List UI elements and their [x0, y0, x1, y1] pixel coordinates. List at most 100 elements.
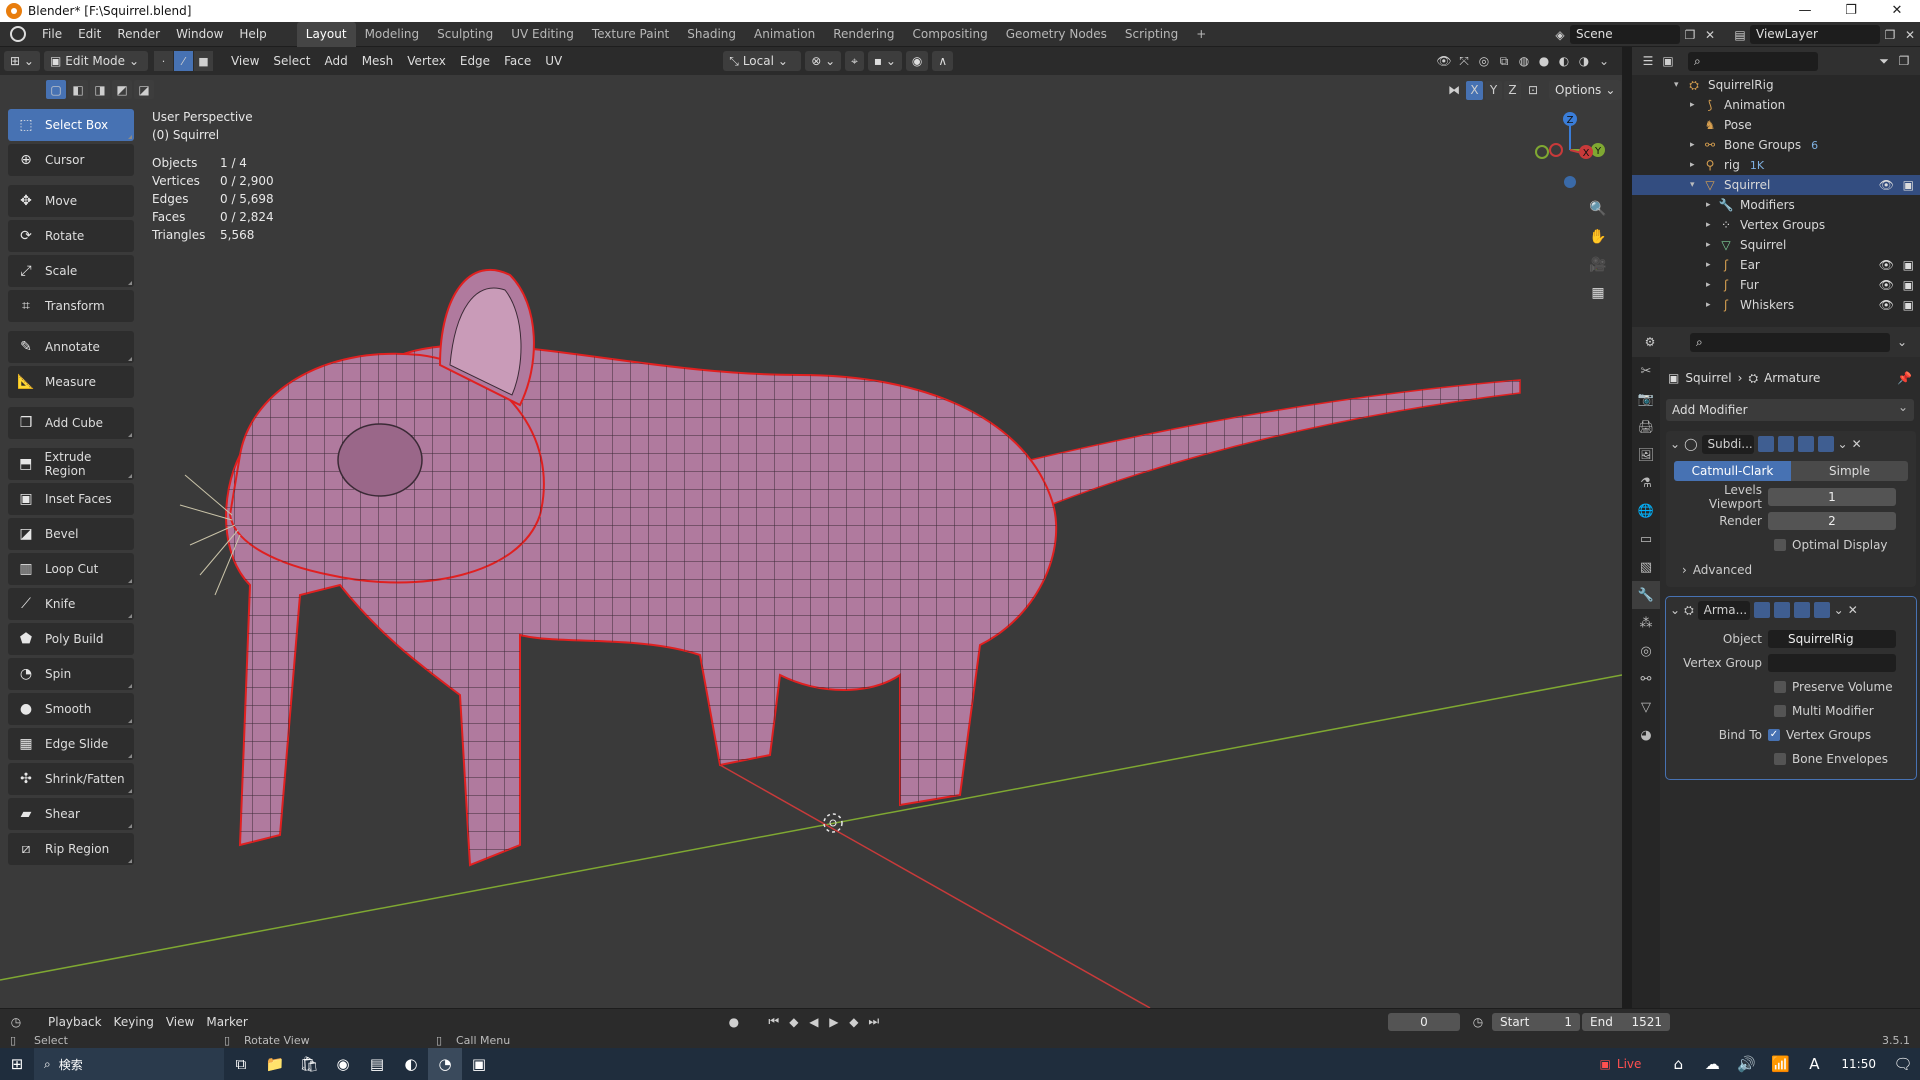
- minimize-icon[interactable]: —: [1782, 0, 1828, 22]
- new-collection-icon[interactable]: ❐: [1894, 52, 1914, 71]
- live-icon[interactable]: ▣: [1600, 1057, 1611, 1071]
- tab-geometry-nodes[interactable]: Geometry Nodes: [997, 22, 1116, 47]
- tool-tab-icon[interactable]: ✂: [1632, 357, 1660, 385]
- scene-field[interactable]: Scene: [1570, 25, 1680, 44]
- next-keyframe-icon[interactable]: ◆: [844, 1012, 864, 1031]
- tool-move[interactable]: ✥ Move: [8, 185, 134, 217]
- file-explorer-icon[interactable]: 📁: [258, 1048, 292, 1080]
- outliner-item-squirrelrig[interactable]: ▾ ⛭ SquirrelRig: [1632, 75, 1920, 95]
- tool-spin[interactable]: ◔ Spin: [8, 658, 134, 690]
- camera-icon[interactable]: ▣: [1903, 258, 1914, 272]
- outliner-item-squirrel[interactable]: ▾ ▽ Squirrel 👁 ▣: [1632, 175, 1920, 195]
- tool-shear[interactable]: ▰ Shear: [8, 798, 134, 830]
- collapse-icon[interactable]: ▾: [1690, 180, 1702, 190]
- outliner-item-pose[interactable]: ♞ Pose: [1632, 115, 1920, 135]
- view-layer-tab-icon[interactable]: 🖼: [1632, 441, 1660, 469]
- menu-window[interactable]: Window: [168, 22, 231, 47]
- jump-end-icon[interactable]: ⏭: [864, 1012, 884, 1031]
- optimal-display-checkbox[interactable]: [1774, 539, 1786, 551]
- levels-viewport-field[interactable]: 1: [1768, 488, 1896, 506]
- menu-view[interactable]: View: [224, 47, 266, 75]
- snap-toggle-icon[interactable]: ⌖: [845, 51, 864, 71]
- current-frame-field[interactable]: 0: [1388, 1012, 1460, 1031]
- blender-taskbar-icon[interactable]: ◔: [428, 1048, 462, 1080]
- tool-scale[interactable]: ⤢ Scale: [8, 255, 134, 287]
- pan-hand-icon[interactable]: ✋: [1586, 223, 1610, 251]
- close-icon[interactable]: ✕: [1874, 0, 1920, 22]
- tab-compositing[interactable]: Compositing: [903, 22, 996, 47]
- wireframe-shading-icon[interactable]: ◍: [1514, 52, 1534, 71]
- tab-texture-paint[interactable]: Texture Paint: [583, 22, 678, 47]
- tray-icon[interactable]: ⌂: [1661, 1048, 1695, 1080]
- add-modifier-dropdown[interactable]: Add Modifier: [1666, 396, 1914, 421]
- eye-icon[interactable]: 👁: [1879, 178, 1894, 192]
- select-extend-icon[interactable]: ◧: [68, 80, 88, 99]
- object-tab-icon[interactable]: ▧: [1632, 553, 1660, 581]
- vertex-select-icon[interactable]: ·: [153, 51, 174, 71]
- multi-modifier-checkbox[interactable]: [1774, 705, 1786, 717]
- delete-scene-icon[interactable]: ✕: [1700, 25, 1720, 44]
- armature-object-field[interactable]: SquirrelRig: [1768, 630, 1896, 648]
- eye-icon[interactable]: 👁: [1879, 278, 1894, 292]
- eye-icon[interactable]: 👁: [1879, 258, 1894, 272]
- cage-toggle-icon[interactable]: [1773, 602, 1790, 618]
- task-view-icon[interactable]: ⧉: [224, 1048, 258, 1080]
- tab-animation[interactable]: Animation: [745, 22, 824, 47]
- outliner-item-vertex-groups[interactable]: ▸ ⁘ Vertex Groups: [1632, 215, 1920, 235]
- menu-edge[interactable]: Edge: [453, 47, 497, 75]
- select-invert-icon[interactable]: ◩: [112, 80, 132, 99]
- new-scene-icon[interactable]: ❐: [1680, 25, 1700, 44]
- material-shading-icon[interactable]: ◐: [1554, 52, 1574, 71]
- outliner-search-input[interactable]: ⌕: [1688, 51, 1818, 71]
- navigation-gizmo[interactable]: Z Y X: [1528, 108, 1608, 198]
- select-intersect-icon[interactable]: ◪: [134, 80, 154, 99]
- editor-type-button[interactable]: ⊞ ⌄: [4, 51, 40, 71]
- expand-icon[interactable]: ▸: [1706, 260, 1718, 270]
- menu-add[interactable]: Add: [317, 47, 354, 75]
- tool-add-cube[interactable]: ❒ Add Cube: [8, 407, 134, 439]
- options-dropdown[interactable]: Options ⌄: [1549, 80, 1622, 100]
- windows-start-icon[interactable]: ⊞: [0, 1048, 34, 1080]
- tool-knife[interactable]: ⟋ Knife: [8, 588, 134, 620]
- outliner-item-modifiers[interactable]: ▸ 🔧 Modifiers: [1632, 195, 1920, 215]
- scene-icon[interactable]: ◈: [1550, 25, 1570, 44]
- simple-button[interactable]: Simple: [1791, 461, 1908, 481]
- advanced-subpanel[interactable]: › Advanced: [1666, 559, 1916, 581]
- notification-icon[interactable]: 🗨: [1886, 1048, 1920, 1080]
- gizmo-toggle-icon[interactable]: ⤧: [1454, 52, 1474, 71]
- expand-icon[interactable]: ▸: [1706, 280, 1718, 290]
- editor-type-icon[interactable]: ☰: [1638, 52, 1658, 71]
- delete-view-layer-icon[interactable]: ✕: [1900, 25, 1920, 44]
- tool-bevel[interactable]: ◪ Bevel: [8, 518, 134, 550]
- viewport-toggle-icon[interactable]: [1793, 602, 1810, 618]
- edge-select-icon[interactable]: ⁄: [173, 51, 194, 71]
- pivot-point-button[interactable]: ⊗ ⌄: [805, 51, 842, 71]
- world-tab-icon[interactable]: 🌐: [1632, 497, 1660, 525]
- tab-shading[interactable]: Shading: [678, 22, 745, 47]
- close-icon[interactable]: ✕: [1852, 437, 1862, 451]
- camera-view-icon[interactable]: 🎥: [1586, 251, 1610, 279]
- play-reverse-icon[interactable]: ◀: [804, 1012, 824, 1031]
- menu-edit[interactable]: Edit: [70, 22, 109, 47]
- start-frame-field[interactable]: Start 1: [1492, 1012, 1580, 1031]
- expand-icon[interactable]: ▸: [1690, 100, 1702, 110]
- tab-layout[interactable]: Layout: [296, 21, 356, 47]
- mirror-y-toggle[interactable]: Y: [1485, 80, 1502, 100]
- play-icon[interactable]: ▶: [824, 1012, 844, 1031]
- menu-timeline-view[interactable]: View: [160, 1015, 200, 1029]
- chrome-icon[interactable]: ◉: [326, 1048, 360, 1080]
- tool-inset-faces[interactable]: ▣ Inset Faces: [8, 483, 134, 515]
- zoom-icon[interactable]: 🔍: [1586, 195, 1610, 223]
- collapse-icon[interactable]: ⌄: [1670, 437, 1680, 451]
- outliner-item-whiskers[interactable]: ▸ ʃ Whiskers 👁 ▣: [1632, 295, 1920, 315]
- snap-target-button[interactable]: ▪ ⌄: [867, 51, 902, 71]
- chevron-down-icon[interactable]: ⌄: [1838, 437, 1848, 451]
- overlay-toggle-icon[interactable]: ◎: [1474, 52, 1494, 71]
- editor-type-icon[interactable]: ◷: [6, 1012, 26, 1031]
- view-layer-icon[interactable]: ▤: [1730, 25, 1750, 44]
- select-subtract-icon[interactable]: ◨: [90, 80, 110, 99]
- restore-icon[interactable]: ❐: [1828, 0, 1874, 22]
- app-icon[interactable]: ▣: [462, 1048, 496, 1080]
- outliner-item-animation[interactable]: ▸ ⟆ Animation: [1632, 95, 1920, 115]
- edit-mode-toggle-icon[interactable]: [1757, 436, 1774, 452]
